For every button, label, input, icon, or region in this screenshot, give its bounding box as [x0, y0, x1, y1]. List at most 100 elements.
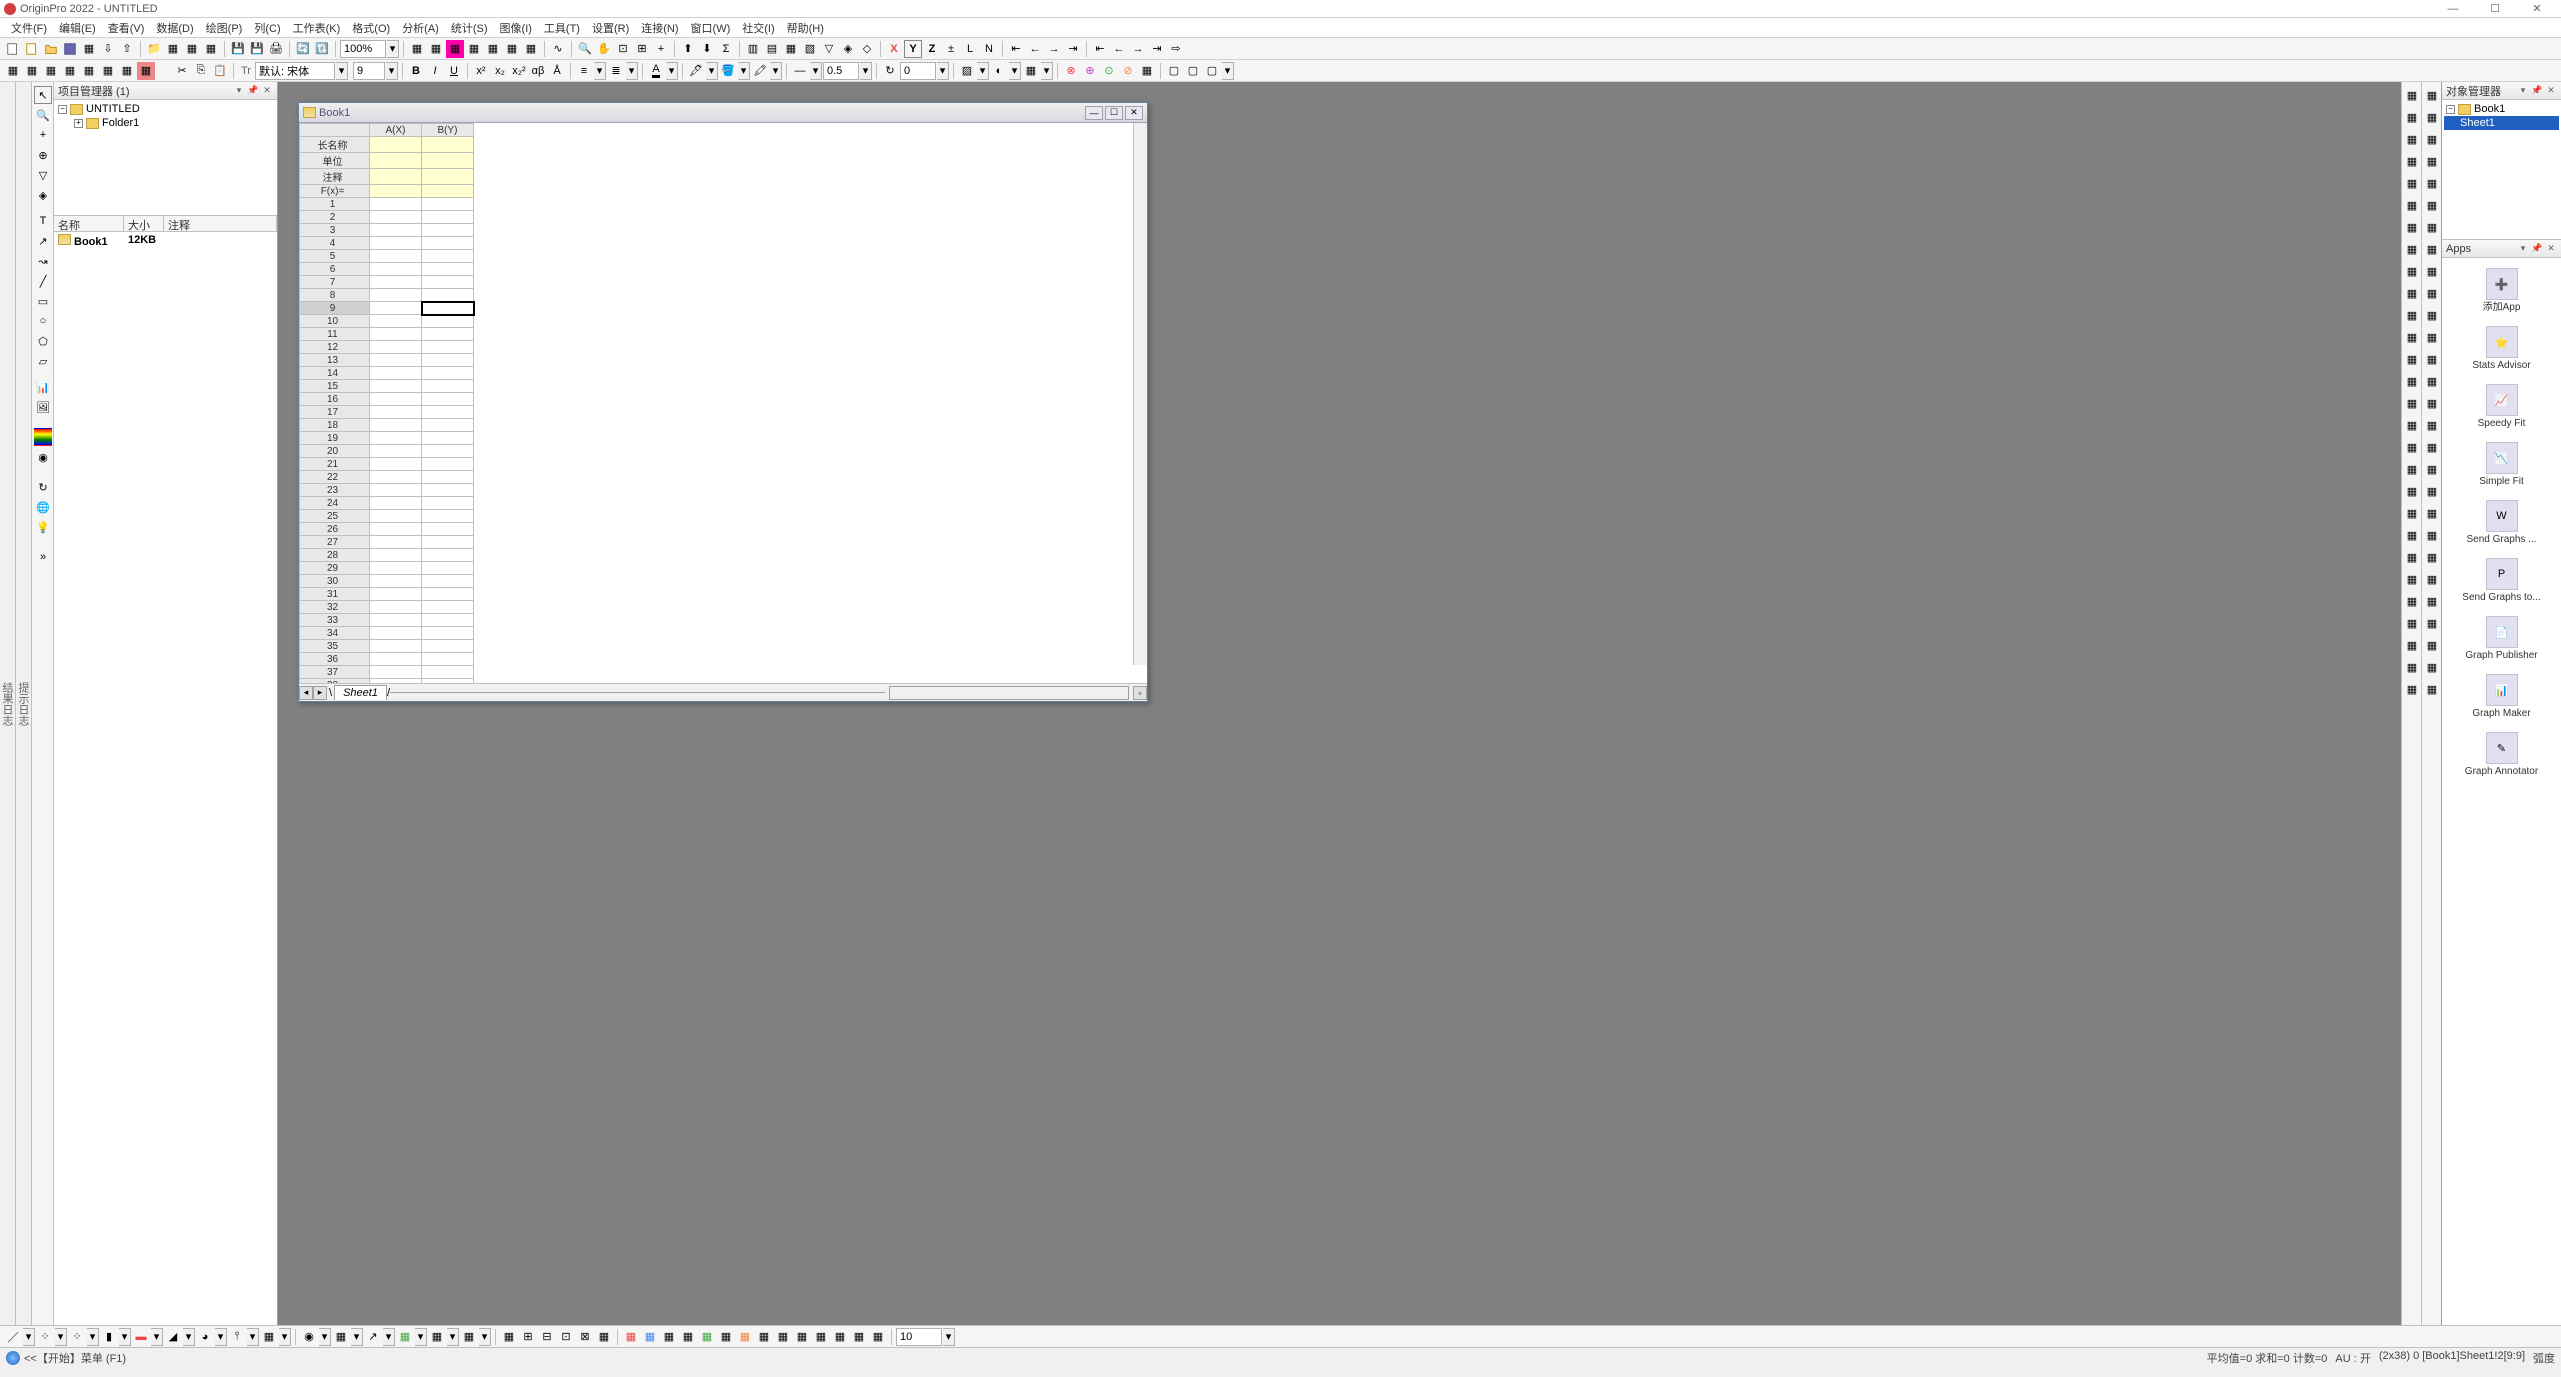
data-cell[interactable] [422, 211, 474, 224]
mask-tool4-button[interactable]: ⊘ [1119, 62, 1137, 80]
data-cell[interactable] [422, 510, 474, 523]
special6-button[interactable]: ▦ [717, 1328, 735, 1346]
data-cell[interactable] [422, 367, 474, 380]
data-cell[interactable] [370, 198, 422, 211]
objects-close-button[interactable]: ✕ [2545, 85, 2557, 97]
data-cell[interactable] [422, 549, 474, 562]
data-cell[interactable] [370, 445, 422, 458]
data-cell[interactable] [370, 549, 422, 562]
status-unit[interactable]: 弧度 [2533, 1350, 2555, 1366]
workbook-close-button[interactable]: ✕ [1125, 106, 1143, 120]
symbol-button[interactable]: Å [548, 62, 566, 80]
data-cell[interactable] [370, 367, 422, 380]
fontsize-dropdown[interactable]: ▾ [386, 62, 398, 80]
data-cell[interactable] [370, 614, 422, 627]
add-layer-button[interactable]: ▦ [118, 62, 136, 80]
screen-reader-tool[interactable]: ⊕ [34, 146, 52, 164]
line-symbol-dropdown[interactable]: ▾ [87, 1328, 99, 1346]
line-style-button[interactable]: — [791, 62, 809, 80]
label-cell[interactable] [370, 153, 422, 169]
menu-item[interactable]: 绘图(P) [201, 18, 248, 38]
right-tool-button[interactable]: ▦ [2403, 86, 2421, 104]
row-header[interactable]: 2 [300, 211, 370, 224]
panel-dropdown-button[interactable]: ▾ [233, 85, 245, 97]
data-cell[interactable] [370, 588, 422, 601]
right-tool-button[interactable]: ▦ [2423, 152, 2441, 170]
scatter-plot-dropdown[interactable]: ▾ [55, 1328, 67, 1346]
right-tool-button[interactable]: ▦ [2423, 240, 2441, 258]
right-tool-button[interactable]: ▦ [2423, 416, 2441, 434]
rotate-tool[interactable]: ↻ [34, 478, 52, 496]
image-button[interactable]: ▦ [465, 40, 483, 58]
stats-button[interactable]: Σ [717, 40, 735, 58]
data-cell[interactable] [422, 588, 474, 601]
app-item[interactable]: ➕添加App [2446, 262, 2557, 320]
special9-button[interactable]: ▦ [774, 1328, 792, 1346]
data-cell[interactable] [370, 237, 422, 250]
menu-item[interactable]: 连接(N) [636, 18, 683, 38]
app-item[interactable]: 📄Graph Publisher [2446, 610, 2557, 668]
lighting-tool[interactable]: 💡 [34, 518, 52, 536]
set-z-button[interactable]: Z [923, 40, 941, 58]
data-cell[interactable] [422, 315, 474, 328]
new-workbook-button[interactable] [23, 40, 41, 58]
label-row-header[interactable]: 单位 [300, 153, 370, 169]
stock-plot-dropdown[interactable]: ▾ [247, 1328, 259, 1346]
layer-mgr-button[interactable]: ▦ [137, 62, 155, 80]
special12-button[interactable]: ▦ [831, 1328, 849, 1346]
row-header[interactable]: 31 [300, 588, 370, 601]
row-header[interactable]: 14 [300, 367, 370, 380]
line-tool[interactable]: ╱ [34, 272, 52, 290]
data-cell[interactable] [422, 302, 474, 315]
area-plot-dropdown[interactable]: ▾ [183, 1328, 195, 1346]
right-tool-button[interactable]: ▦ [2403, 548, 2421, 566]
sort-desc-button[interactable]: ⬇ [698, 40, 716, 58]
rotation-input[interactable] [900, 62, 936, 80]
data-cell[interactable] [422, 679, 474, 684]
pie-plot-dropdown[interactable]: ▾ [215, 1328, 227, 1346]
objects-pin-button[interactable]: 📌 [2531, 85, 2543, 97]
data-cell[interactable] [422, 562, 474, 575]
table-button[interactable]: ▦ [1022, 62, 1040, 80]
data-cell[interactable] [422, 380, 474, 393]
align-dropdown[interactable]: ▾ [594, 62, 606, 80]
fullscale-button[interactable]: ⊞ [633, 40, 651, 58]
special3-button[interactable]: ▦ [660, 1328, 678, 1346]
circle-tool[interactable]: ○ [34, 312, 52, 330]
align-left-button[interactable]: ≡ [575, 62, 593, 80]
sheet-nav-first[interactable]: ◂ [299, 686, 313, 700]
export-button[interactable]: ⇧ [118, 40, 136, 58]
left-vertical-label1[interactable]: 结果日志 [0, 82, 16, 1325]
right-tool-button[interactable]: ▦ [2403, 130, 2421, 148]
row-header[interactable]: 8 [300, 289, 370, 302]
font-input[interactable] [255, 62, 335, 80]
right-tool-button[interactable]: ▦ [2403, 636, 2421, 654]
right-tool-button[interactable]: ▦ [2403, 262, 2421, 280]
project-tree[interactable]: −UNTITLED+Folder1 [54, 100, 277, 216]
right-tool-button[interactable]: ▦ [2403, 592, 2421, 610]
data-cell[interactable] [370, 302, 422, 315]
data-cell[interactable] [370, 250, 422, 263]
data-cell[interactable] [422, 640, 474, 653]
font-color-dropdown[interactable]: ▾ [666, 62, 678, 80]
row-header[interactable]: 10 [300, 315, 370, 328]
nav-goto-button[interactable]: ⇨ [1167, 40, 1185, 58]
row-header[interactable]: 27 [300, 536, 370, 549]
save-template-button[interactable]: 💾 [248, 40, 266, 58]
data-cell[interactable] [370, 575, 422, 588]
col-plot3-button[interactable]: ▦ [782, 40, 800, 58]
app-item[interactable]: ⭐Stats Advisor [2446, 320, 2557, 378]
data-cell[interactable] [370, 562, 422, 575]
font-color-button[interactable]: A [647, 62, 665, 80]
data-cell[interactable] [370, 341, 422, 354]
move-first-button[interactable]: ⇤ [1007, 40, 1025, 58]
detail-body[interactable]: Book112KB [54, 232, 277, 1325]
mask-tool2-button[interactable]: ⊕ [1081, 62, 1099, 80]
menu-item[interactable]: 帮助(H) [782, 18, 829, 38]
set-x-button[interactable]: X [885, 40, 903, 58]
pointer-tool[interactable]: ↖ [34, 86, 52, 104]
3d-plot-dropdown[interactable]: ▾ [279, 1328, 291, 1346]
column-header[interactable]: A(X) [370, 124, 422, 137]
data-cell[interactable] [422, 666, 474, 679]
font-dropdown[interactable]: ▾ [336, 62, 348, 80]
